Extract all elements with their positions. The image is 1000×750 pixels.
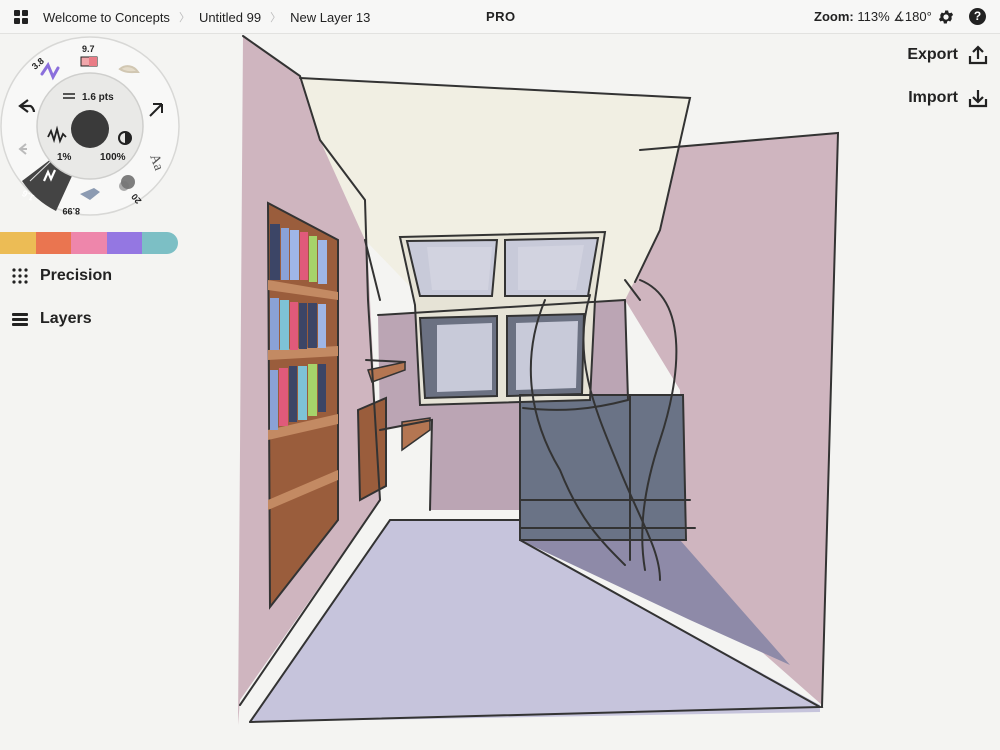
layers-label: Layers (40, 310, 92, 327)
book (300, 232, 308, 280)
gear-icon[interactable] (937, 8, 955, 26)
book (270, 370, 278, 430)
zoom-readout[interactable]: Zoom: 113% ∡180° (814, 9, 932, 25)
import-icon (968, 90, 988, 108)
marker-size-value: 9.7 (82, 44, 95, 54)
opacity-value: 100% (100, 152, 126, 163)
book (318, 240, 327, 284)
book (318, 364, 326, 412)
smoothing-value: 1% (57, 152, 72, 163)
breadcrumb-drawing[interactable]: Untitled 99 (199, 10, 261, 25)
color-swatch[interactable] (35, 232, 72, 254)
layers-icon (12, 313, 28, 326)
book (308, 364, 317, 416)
color-swatch[interactable] (0, 232, 36, 254)
book (309, 236, 317, 282)
rotation-value: ∡180° (893, 9, 932, 24)
book (289, 366, 297, 422)
book (299, 303, 307, 349)
precision-grid-icon (12, 268, 28, 284)
breadcrumb-layer[interactable]: New Layer 13 (290, 10, 370, 25)
layers-button[interactable]: Layers (12, 310, 92, 328)
export-label: Export (907, 46, 958, 63)
book (279, 368, 288, 426)
book (290, 230, 299, 280)
breadcrumb-separator-icon: 〉 (178, 12, 190, 24)
book (270, 298, 279, 350)
tool-wheel[interactable]: 1.6 pts 1% 100% 3.8 9.7 Aa 1.6 8.99 20 (0, 36, 190, 226)
book (308, 303, 317, 348)
export-button[interactable]: Export (907, 45, 988, 65)
color-palette (0, 232, 178, 254)
precision-button[interactable]: Precision (12, 267, 112, 285)
brush-size-value: 8.99 (62, 206, 80, 216)
color-swatch[interactable] (106, 232, 143, 254)
help-icon[interactable]: ? (969, 8, 986, 25)
book (281, 228, 289, 280)
wall-shelf (356, 396, 387, 502)
window-glass-highlight (518, 245, 584, 290)
pro-badge[interactable]: PRO (486, 9, 516, 24)
window-glass-highlight (516, 321, 578, 390)
breadcrumb: Welcome to Concepts 〉 Untitled 99 〉 New … (43, 9, 370, 25)
import-label: Import (908, 89, 958, 106)
precision-label: Precision (40, 267, 113, 284)
book (290, 302, 298, 350)
book (280, 300, 289, 350)
brush-size-preview[interactable] (71, 110, 109, 148)
zoom-value: 113% (857, 9, 890, 24)
window-glass-highlight (437, 323, 492, 392)
stroke-size-value: 1.6 pts (82, 92, 114, 103)
dark-block (520, 395, 685, 540)
zoom-label: Zoom: (814, 9, 854, 24)
window-glass-highlight (427, 247, 492, 290)
export-icon (968, 45, 988, 65)
color-swatch[interactable] (71, 232, 107, 254)
breadcrumb-gallery[interactable]: Welcome to Concepts (43, 10, 170, 25)
color-swatch[interactable] (142, 232, 178, 254)
book (270, 224, 280, 280)
breadcrumb-separator-icon: 〉 (270, 12, 282, 24)
book (298, 366, 307, 420)
import-button[interactable]: Import (908, 88, 988, 108)
gallery-grid-icon[interactable] (14, 10, 28, 24)
top-bar: Welcome to Concepts 〉 Untitled 99 〉 New … (0, 0, 1000, 34)
book (318, 304, 326, 348)
